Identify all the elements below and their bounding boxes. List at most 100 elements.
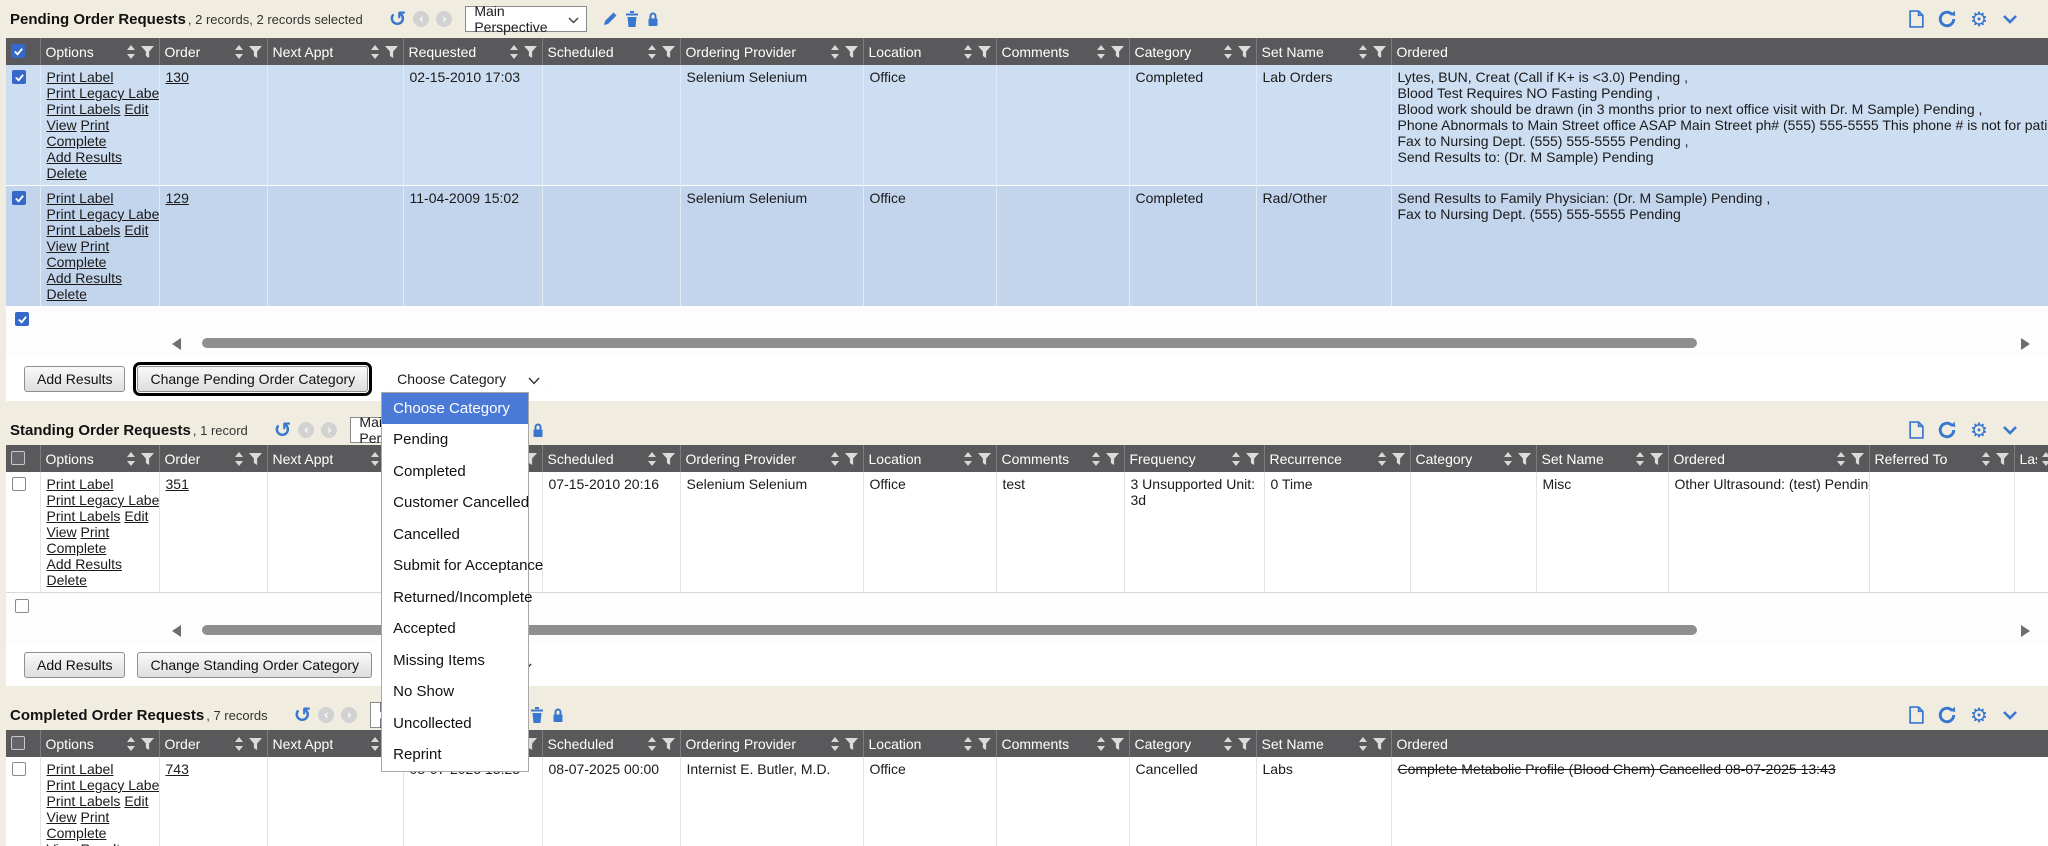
column-header-recurrence[interactable]: Recurrence: [1264, 445, 1410, 472]
column-header-provider[interactable]: Ordering Provider: [680, 38, 863, 65]
column-header-comments[interactable]: Comments: [996, 38, 1129, 65]
filter-icon[interactable]: [141, 46, 154, 58]
sort-icon[interactable]: [647, 45, 657, 59]
filter-icon[interactable]: [1238, 46, 1251, 58]
option-link-edit[interactable]: Edit: [124, 101, 148, 117]
sort-icon[interactable]: [1096, 45, 1106, 59]
sort-icon[interactable]: [2041, 452, 2048, 466]
option-link-delete[interactable]: Delete: [47, 286, 87, 302]
collapse-section-icon[interactable]: [2002, 710, 2018, 720]
filter-icon[interactable]: [1106, 453, 1119, 465]
option-link-add-results[interactable]: Add Results: [47, 270, 122, 286]
order-number-link[interactable]: 129: [166, 190, 189, 206]
collapse-section-icon[interactable]: [2002, 425, 2018, 435]
new-document-icon[interactable]: [1909, 421, 1924, 439]
option-link-view[interactable]: View: [47, 809, 77, 825]
column-header-location[interactable]: Location: [863, 38, 996, 65]
row-checkbox[interactable]: [12, 762, 26, 776]
option-link-print-labels[interactable]: Print Labels: [47, 793, 121, 809]
filter-icon[interactable]: [249, 46, 262, 58]
sort-icon[interactable]: [1091, 452, 1101, 466]
filter-icon[interactable]: [524, 46, 537, 58]
filter-icon[interactable]: [845, 46, 858, 58]
filter-icon[interactable]: [1238, 738, 1251, 750]
filter-icon[interactable]: [978, 453, 991, 465]
lock-icon[interactable]: [531, 422, 545, 438]
option-link-complete[interactable]: Complete: [47, 825, 107, 841]
row-checkbox[interactable]: [12, 191, 26, 205]
dropdown-option-missing-items[interactable]: Missing Items: [382, 645, 528, 677]
option-link-add-results[interactable]: Add Results: [47, 149, 122, 165]
refresh-icon[interactable]: [1938, 706, 1956, 724]
scroll-left-arrow[interactable]: [172, 338, 181, 350]
column-header-provider[interactable]: Ordering Provider: [680, 730, 863, 757]
filter-icon[interactable]: [1246, 453, 1259, 465]
add-results-button[interactable]: Add Results: [24, 652, 125, 678]
next-page-button[interactable]: ›: [321, 422, 337, 438]
column-header-set_name[interactable]: Set Name: [1256, 38, 1391, 65]
category-select[interactable]: Choose Category: [388, 366, 548, 392]
sort-icon[interactable]: [1223, 737, 1233, 751]
column-header-requested[interactable]: Requested: [403, 38, 542, 65]
column-header-comments[interactable]: Comments: [996, 730, 1129, 757]
filter-icon[interactable]: [1518, 453, 1531, 465]
filter-icon[interactable]: [141, 453, 154, 465]
dropdown-option-cancelled[interactable]: Cancelled: [382, 519, 528, 551]
option-link-view[interactable]: View: [47, 238, 77, 254]
option-link-edit[interactable]: Edit: [124, 222, 148, 238]
column-header-set_name[interactable]: Set Name: [1256, 730, 1391, 757]
new-document-icon[interactable]: [1909, 10, 1924, 28]
column-header-ordered[interactable]: Ordered: [1391, 730, 2048, 757]
column-header-set_name[interactable]: Set Name: [1536, 445, 1668, 472]
filter-icon[interactable]: [249, 453, 262, 465]
sort-icon[interactable]: [126, 45, 136, 59]
dropdown-option-pending[interactable]: Pending: [382, 424, 528, 456]
column-header-order[interactable]: Order: [159, 730, 267, 757]
sort-icon[interactable]: [830, 45, 840, 59]
column-header-ordered[interactable]: Ordered: [1668, 445, 1869, 472]
filter-icon[interactable]: [662, 453, 675, 465]
dropdown-option-returned-incomplete[interactable]: Returned/Incomplete: [382, 582, 528, 614]
column-header-location[interactable]: Location: [863, 730, 996, 757]
dropdown-option-completed[interactable]: Completed: [382, 456, 528, 488]
option-link-complete[interactable]: Complete: [47, 540, 107, 556]
sort-icon[interactable]: [830, 737, 840, 751]
sort-icon[interactable]: [234, 45, 244, 59]
sort-icon[interactable]: [1503, 452, 1513, 466]
option-link-print-label[interactable]: Print Label: [47, 190, 114, 206]
option-link-view[interactable]: View: [47, 524, 77, 540]
sort-icon[interactable]: [1231, 452, 1241, 466]
filter-icon[interactable]: [1851, 453, 1864, 465]
change-pending-order-category-button[interactable]: Change Pending Order Category: [137, 366, 368, 392]
sort-icon[interactable]: [1377, 452, 1387, 466]
filter-icon[interactable]: [249, 738, 262, 750]
prev-page-button[interactable]: ‹: [298, 422, 314, 438]
filter-icon[interactable]: [662, 46, 675, 58]
dropdown-option-accepted[interactable]: Accepted: [382, 613, 528, 645]
option-link-print-label[interactable]: Print Label: [47, 476, 114, 492]
option-link-print[interactable]: Print: [80, 809, 109, 825]
scroll-right-arrow[interactable]: [2021, 338, 2030, 350]
add-results-button[interactable]: Add Results: [24, 366, 125, 392]
sort-icon[interactable]: [370, 737, 380, 751]
sort-icon[interactable]: [1635, 452, 1645, 466]
column-header-order[interactable]: Order: [159, 445, 267, 472]
settings-gear-icon[interactable]: ⚙: [1970, 705, 1988, 725]
sort-icon[interactable]: [370, 452, 380, 466]
filter-icon[interactable]: [978, 738, 991, 750]
filter-icon[interactable]: [1111, 46, 1124, 58]
select-all-header-checkbox[interactable]: [11, 44, 25, 58]
dropdown-option-uncollected[interactable]: Uncollected: [382, 708, 528, 740]
sort-icon[interactable]: [1223, 45, 1233, 59]
filter-icon[interactable]: [845, 453, 858, 465]
option-link-edit[interactable]: Edit: [124, 508, 148, 524]
column-header-referred_to[interactable]: Referred To: [1869, 445, 2014, 472]
filter-icon[interactable]: [1392, 453, 1405, 465]
filter-icon[interactable]: [1650, 453, 1663, 465]
option-link-print[interactable]: Print: [80, 524, 109, 540]
column-header-comments[interactable]: Comments: [996, 445, 1124, 472]
undo-icon[interactable]: ↺: [294, 705, 312, 726]
refresh-icon[interactable]: [1938, 421, 1956, 439]
pending-horizontal-scrollbar[interactable]: [6, 331, 2048, 356]
standing-horizontal-scrollbar[interactable]: [6, 618, 2048, 643]
